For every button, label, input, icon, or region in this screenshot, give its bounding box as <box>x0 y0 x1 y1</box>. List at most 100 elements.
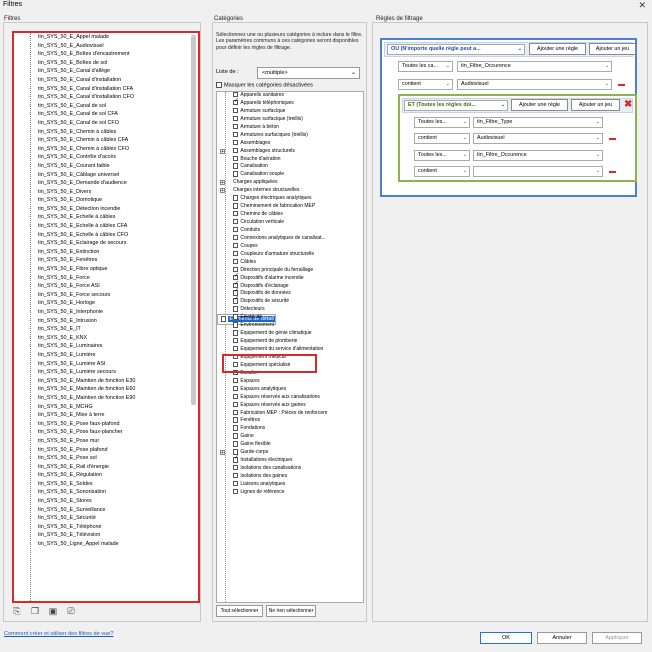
category-item[interactable]: Assemblages <box>217 139 363 148</box>
category-item[interactable]: Détecteurs <box>217 306 363 314</box>
filter-item[interactable]: - tin_SYS_50_E_Canal d'installation CFO <box>14 93 198 102</box>
category-checkbox[interactable] <box>233 226 239 233</box>
and-rule2-param-select[interactable]: tin_Filtre_Occurence ⌄ <box>473 150 603 161</box>
category-item[interactable]: Lignes de référence <box>217 488 363 497</box>
category-checkbox[interactable] <box>233 455 240 464</box>
filter-item[interactable]: - tin_SYS_50_E_Lumière ASI <box>14 360 198 369</box>
filter-item[interactable]: - tin_SYS_50_E_Force <box>14 274 198 283</box>
filter-item[interactable]: - tin_SYS_50_E_Appel malade <box>14 33 198 42</box>
category-item[interactable]: Fondations <box>217 425 363 433</box>
category-checkbox[interactable] <box>233 131 239 138</box>
category-item[interactable]: Espaces analytiques <box>217 385 363 394</box>
and-rule2-value-input[interactable]: ⌄ <box>473 166 603 177</box>
category-item[interactable]: Isolations des gaines <box>217 473 363 481</box>
category-checkbox[interactable] <box>233 409 239 415</box>
category-item[interactable]: Coupes <box>217 242 363 251</box>
filter-list-scrollbar[interactable] <box>191 35 196 405</box>
filter-item[interactable]: - tin_SYS_50_E_Fibre optique <box>14 265 198 274</box>
category-item[interactable]: Connexions analytiques de canalisat... <box>217 234 363 243</box>
filter-item[interactable]: - tin_SYS_50_E_KNX <box>14 334 198 343</box>
filter-item[interactable]: - tin_SYS_50_E_Echelle à câbles CFA <box>14 222 198 231</box>
remove-rule-icon[interactable] <box>618 84 625 86</box>
category-checkbox[interactable] <box>233 92 239 98</box>
filter-item[interactable]: - tin_SYS_50_E_Courant faible <box>14 162 198 171</box>
category-checkbox[interactable] <box>233 139 239 146</box>
category-checkbox[interactable] <box>233 338 239 344</box>
filter-item[interactable]: - tin_SYS_50_E_Stores <box>14 497 198 506</box>
category-checkbox[interactable] <box>233 441 239 447</box>
filter-item[interactable]: - tin_SYS_50_E_Chemin à câbles CFO <box>14 145 198 154</box>
category-list[interactable]: Appareils sanitairesAppareils téléphoniq… <box>216 91 364 603</box>
and-rule1-param-select[interactable]: tin_Filtre_Type ⌄ <box>473 117 603 128</box>
category-checkbox[interactable] <box>233 473 239 479</box>
and-rule1-value-input[interactable]: Audiovisuel ⌄ <box>473 133 603 144</box>
remove-rule-icon[interactable] <box>609 138 616 140</box>
category-checkbox[interactable] <box>233 258 239 265</box>
rule1-operator-select[interactable]: contient ⌄ <box>398 79 453 90</box>
filter-item[interactable]: - tin_SYS_50_E_Maintien de fonction E90 <box>14 394 198 403</box>
filter-list[interactable]: - tin_SYS_50_E_Appel malade - tin_SYS_50_E_… <box>12 31 200 603</box>
category-item[interactable]: Equipement de plomberie <box>217 338 363 346</box>
category-item[interactable]: Armature à béton <box>217 123 363 132</box>
apply-button[interactable]: Appliquer <box>592 632 642 644</box>
category-item[interactable]: Dispositifs de sécurité <box>217 296 363 306</box>
category-item[interactable]: Canalisation souple <box>217 171 363 179</box>
category-item[interactable]: + Charges internes structurelles <box>217 187 363 195</box>
filter-item[interactable]: - tin_SYS_50_E_Pose plafond <box>14 446 198 455</box>
category-checkbox[interactable] <box>233 203 239 209</box>
filter-item[interactable]: - tin_SYS_50_E_Canal de sol CFO <box>14 119 198 128</box>
filter-item[interactable]: - tin_SYS_50_E_Téléphone <box>14 523 198 532</box>
filter-item[interactable]: - tin_SYS_50_E_Boîtes d'encastrement <box>14 50 198 59</box>
category-checkbox[interactable] <box>233 417 239 423</box>
category-checkbox[interactable] <box>233 155 239 161</box>
category-checkbox[interactable] <box>233 211 239 217</box>
category-checkbox[interactable] <box>233 425 239 431</box>
category-item[interactable]: Isolations des canalisations <box>217 465 363 473</box>
filter-item[interactable]: - tin_SYS_50_E_IT <box>14 325 198 334</box>
category-item[interactable]: Cheminement de fabrication MEP <box>217 203 363 211</box>
ok-button[interactable]: OK <box>480 632 532 644</box>
category-checkbox[interactable] <box>233 171 239 177</box>
category-checkbox[interactable] <box>233 322 239 328</box>
category-item[interactable]: Gaine flexible <box>217 441 363 449</box>
category-checkbox[interactable] <box>233 123 239 130</box>
and-rule1-scope-select[interactable]: Toutes les... ⌄ <box>414 117 470 128</box>
filter-item[interactable]: - tin_SYS_50_E_Rail d'énergie <box>14 463 198 472</box>
or-operator-select[interactable]: OU (N'importe quelle règle peut a... ⌄ <box>387 44 525 55</box>
filter-item[interactable]: - tin_SYS_50_E_Pose sol <box>14 454 198 463</box>
filter-item[interactable]: - tin_SYS_50_E_Canal d'allège <box>14 67 198 76</box>
delete-set-icon[interactable]: ✖ <box>624 100 632 110</box>
and-rule1-operator-select[interactable]: contient ⌄ <box>414 133 470 144</box>
category-item[interactable]: Circulation verticale <box>217 219 363 227</box>
category-item[interactable]: Environnement <box>217 322 363 330</box>
category-item[interactable]: Espaces réservés aux gaines <box>217 401 363 410</box>
category-checkbox[interactable] <box>233 280 240 289</box>
category-item[interactable]: Armature surfacique (treillis) <box>217 115 363 124</box>
category-item[interactable]: + Assemblages structurels <box>217 147 363 156</box>
duplicate-filter-icon[interactable]: ❐ <box>30 606 40 616</box>
category-item[interactable]: Électricité <box>217 314 363 322</box>
filter-item[interactable]: - tin_SYS_50_E_Canal d'installation CFA <box>14 85 198 94</box>
expand-icon[interactable]: + <box>220 148 225 154</box>
filter-item[interactable]: - tin_SYS_50_E_Luminaires <box>14 342 198 351</box>
filter-item[interactable]: - tin_SYS_50_E_Maintien de fonction E30 <box>14 377 198 386</box>
filter-item[interactable]: - tin_SYS_50_E_Pose mur <box>14 437 198 446</box>
new-filter-icon[interactable]: ⎘ <box>12 606 22 616</box>
rule1-param-select[interactable]: tin_Filtre_Occurence ⌄ <box>457 61 612 72</box>
category-checkbox[interactable] <box>233 219 239 225</box>
filter-item[interactable]: - tin_SYS_50_E_Mise à terre <box>14 411 198 420</box>
category-item[interactable]: Espaces <box>217 377 363 386</box>
category-checkbox[interactable] <box>233 330 239 336</box>
filter-item[interactable]: - tin_SYS_50_E_Lumière secours <box>14 368 198 377</box>
category-item[interactable]: + Charges appliquées <box>217 179 363 187</box>
filter-item[interactable]: - tin_SYS_50_E_Extinction <box>14 248 198 257</box>
category-checkbox[interactable] <box>233 250 239 257</box>
filter-item[interactable]: - tin_SYS_50_E_Force ASI <box>14 282 198 291</box>
and-add-rule-button[interactable]: Ajouter une règle <box>511 99 568 111</box>
filter-item[interactable]: - tin_SYS_50_E_Demande d'audience <box>14 179 198 188</box>
and-operator-select[interactable]: ET (Toutes les règles doi... ⌄ <box>404 100 508 111</box>
filter-item[interactable]: - tin_SYS_50_E_Intrusion <box>14 317 198 326</box>
filter-item[interactable]: - tin_SYS_50_E_Chemin à câbles <box>14 128 198 137</box>
filter-item[interactable]: - tin_SYS_50_E_Régulation <box>14 471 198 480</box>
rename-filter-icon[interactable]: ▣ <box>48 606 58 616</box>
